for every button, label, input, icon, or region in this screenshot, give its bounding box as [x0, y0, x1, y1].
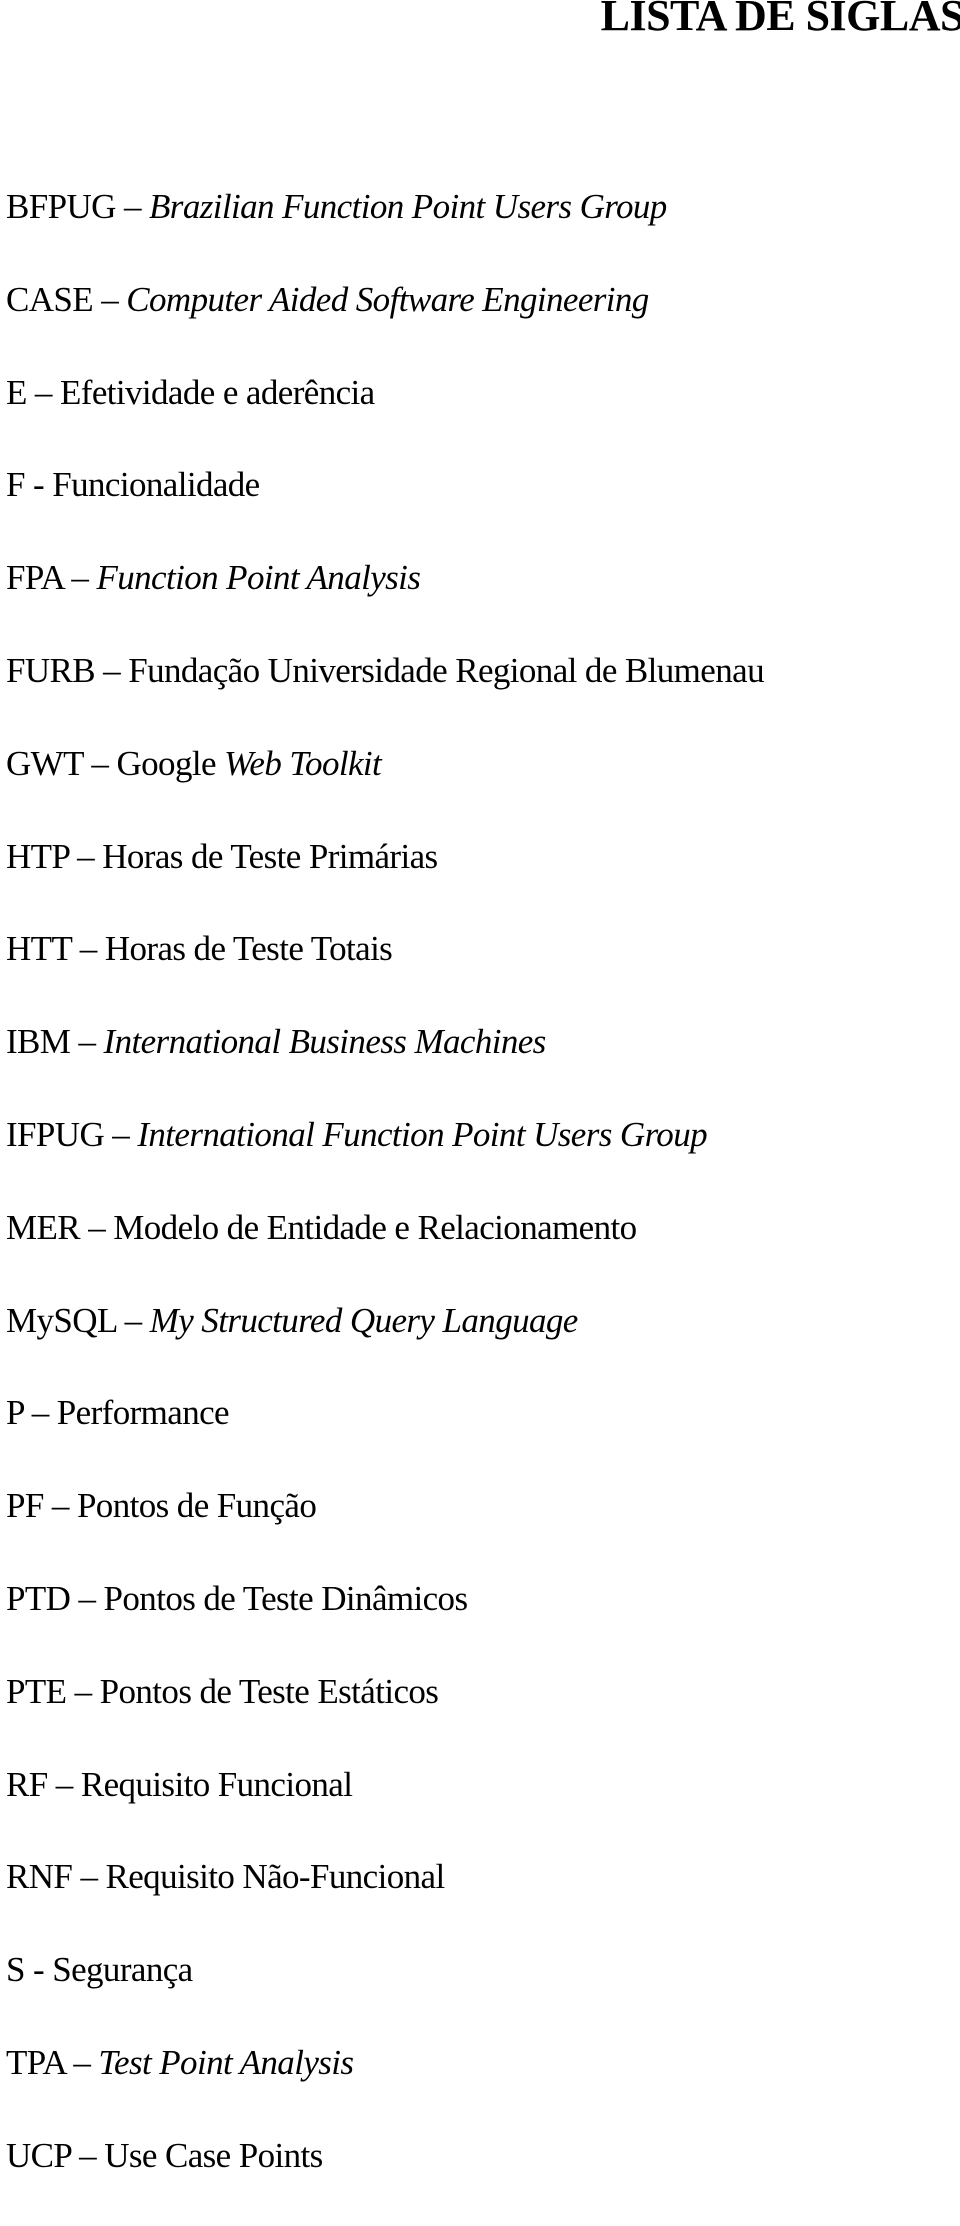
acronym-definition: Brazilian Function Point Users Group [149, 187, 667, 226]
page-title: LISTA DE SIGLAS [600, 0, 960, 40]
acronym-term: GWT [6, 743, 84, 783]
acronym-item: IFPUG – International Function Point Use… [6, 1112, 764, 1205]
acronym-item: FPA – Function Point Analysis [6, 555, 764, 648]
acronym-term: TPA [6, 2042, 66, 2082]
acronym-item: RNF – Requisito Não-Funcional [6, 1854, 764, 1947]
acronym-item: MER – Modelo de Entidade e Relacionament… [6, 1205, 764, 1298]
acronym-definition: Function Point Analysis [96, 558, 421, 598]
acronym-definition: Pontos de Teste Dinâmicos [103, 1578, 469, 1618]
acronym-separator: – [71, 2135, 105, 2175]
acronym-item: S - Segurança [6, 1947, 764, 2040]
acronym-definition: Requisito Funcional [80, 1764, 353, 1804]
acronym-definition: Test Point Analysis [98, 2042, 354, 2082]
acronym-item: CASE – Computer Aided Software Engineeri… [6, 277, 764, 370]
acronym-definition: International Business Machines [103, 1022, 547, 1062]
acronym-item: F - Funcionalidade [6, 462, 764, 555]
acronym-term: S [6, 1950, 25, 1990]
acronym-term: PTE [6, 1671, 67, 1711]
acronym-definition: Horas de Teste Totais [104, 929, 393, 969]
acronym-item: HTT – Horas de Teste Totais [6, 926, 764, 1019]
acronym-term: FURB [6, 650, 96, 690]
acronym-term: HTP [6, 836, 70, 876]
acronym-item: PF – Pontos de Função [6, 1483, 764, 1576]
acronym-definition: Fundação Universidade Regional de Blumen… [128, 650, 764, 690]
acronym-separator: – [116, 1300, 150, 1340]
acronym-definition: Google [116, 743, 225, 783]
acronym-term: CASE [6, 279, 94, 319]
acronym-term: P [6, 1393, 24, 1433]
acronym-term: IFPUG [6, 1114, 105, 1154]
acronym-term: PTD [6, 1578, 71, 1618]
acronym-separator: - [24, 465, 53, 505]
acronym-item: BFPUG – Brazilian Function Point Users G… [6, 184, 764, 277]
acronym-separator: – [104, 1114, 138, 1154]
acronym-definition: Segurança [52, 1950, 193, 1990]
acronym-definition: Computer Aided Software Engineering [126, 279, 649, 319]
acronym-definition: Pontos de Função [76, 1486, 317, 1526]
acronym-item: MySQL – My Structured Query Language [6, 1298, 764, 1391]
acronym-item: P – Performance [6, 1390, 764, 1483]
acronym-definition: Funcionalidade [52, 465, 260, 505]
acronym-separator: – [70, 1022, 104, 1062]
acronym-term: HTT [6, 929, 72, 969]
acronym-item: FURB – Fundação Universidade Regional de… [6, 648, 765, 741]
acronym-term: IBM [6, 1022, 71, 1062]
acronym-term: UCP [6, 2135, 72, 2175]
acronym-term: FPA [6, 558, 64, 598]
acronym-item: PTD – Pontos de Teste Dinâmicos [6, 1576, 764, 1669]
acronym-separator: – [43, 1486, 77, 1526]
acronym-term: MER [6, 1207, 81, 1247]
acronym-term: PF [6, 1486, 44, 1526]
acronym-term: RNF [6, 1857, 73, 1897]
acronym-definition: Horas de Teste Primárias [102, 836, 438, 876]
acronym-item: UCP – Use Case Points [6, 2133, 764, 2226]
acronym-separator: – [66, 1671, 100, 1711]
acronym-definition: My Structured Query Language [149, 1300, 579, 1340]
acronym-item: IBM – International Business Machines [6, 1019, 764, 1112]
acronym-definition: International Function Point Users Group [137, 1114, 708, 1154]
acronym-separator: – [63, 558, 97, 598]
acronym-definition: Use Case Points [104, 2135, 323, 2175]
acronym-item: GWT – Google Web Toolkit [6, 741, 764, 834]
acronym-separator: – [83, 743, 117, 783]
acronym-separator: – [95, 650, 129, 690]
acronym-term: F [6, 465, 25, 505]
acronym-separator: – [93, 279, 127, 319]
acronym-term: MySQL [6, 1300, 117, 1340]
acronym-separator: - [24, 1950, 53, 1990]
acronym-separator: – [72, 1857, 106, 1897]
acronym-item: TPA – Test Point Analysis [6, 2040, 764, 2133]
acronym-definition: Pontos de Teste Estáticos [99, 1671, 439, 1711]
acronym-item: E – Efetividade e aderência [6, 370, 764, 463]
acronym-separator: – [23, 1393, 57, 1433]
acronym-separator: – [80, 1207, 114, 1247]
acronym-definition: Efetividade e aderência [59, 372, 375, 412]
acronym-definition: Modelo de Entidade e Relacionamento [113, 1207, 637, 1247]
acronym-separator: – [69, 836, 103, 876]
acronym-definition: Requisito Não-Funcional [105, 1857, 446, 1897]
acronym-separator: – [71, 929, 105, 969]
acronym-item: RF – Requisito Funcional [6, 1762, 764, 1855]
acronym-list: BFPUG – Brazilian Function Point Users G… [6, 184, 765, 2226]
acronym-definition: Web Toolkit [224, 743, 382, 783]
acronym-item: PTE – Pontos de Teste Estáticos [6, 1669, 764, 1762]
acronym-term: RF [6, 1764, 48, 1804]
acronym-separator: – [65, 2042, 99, 2082]
acronym-separator: – [47, 1764, 81, 1804]
acronym-term: BFPUG [6, 187, 116, 226]
acronym-separator: – [115, 187, 150, 226]
acronym-term: E [6, 372, 27, 412]
acronym-definition: Performance [56, 1393, 230, 1433]
acronym-separator: – [26, 372, 60, 412]
acronym-item: HTP – Horas de Teste Primárias [6, 834, 764, 927]
acronym-separator: – [70, 1578, 104, 1618]
